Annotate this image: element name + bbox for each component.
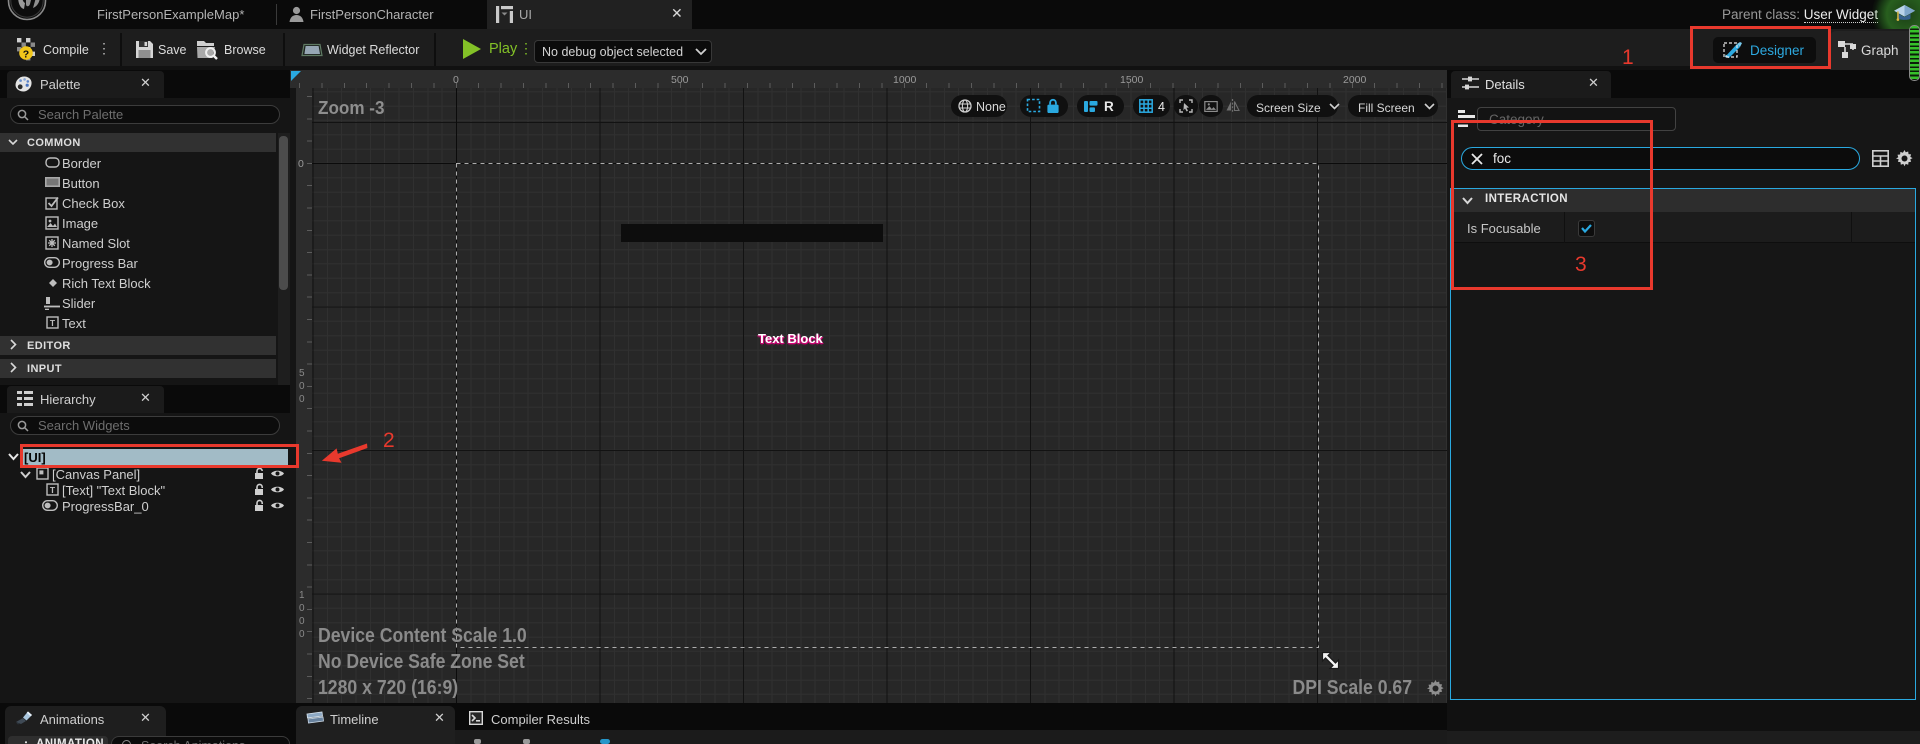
- svg-text:T: T: [50, 318, 56, 328]
- svg-text:T: T: [50, 485, 56, 495]
- svg-text:?: ?: [23, 49, 29, 61]
